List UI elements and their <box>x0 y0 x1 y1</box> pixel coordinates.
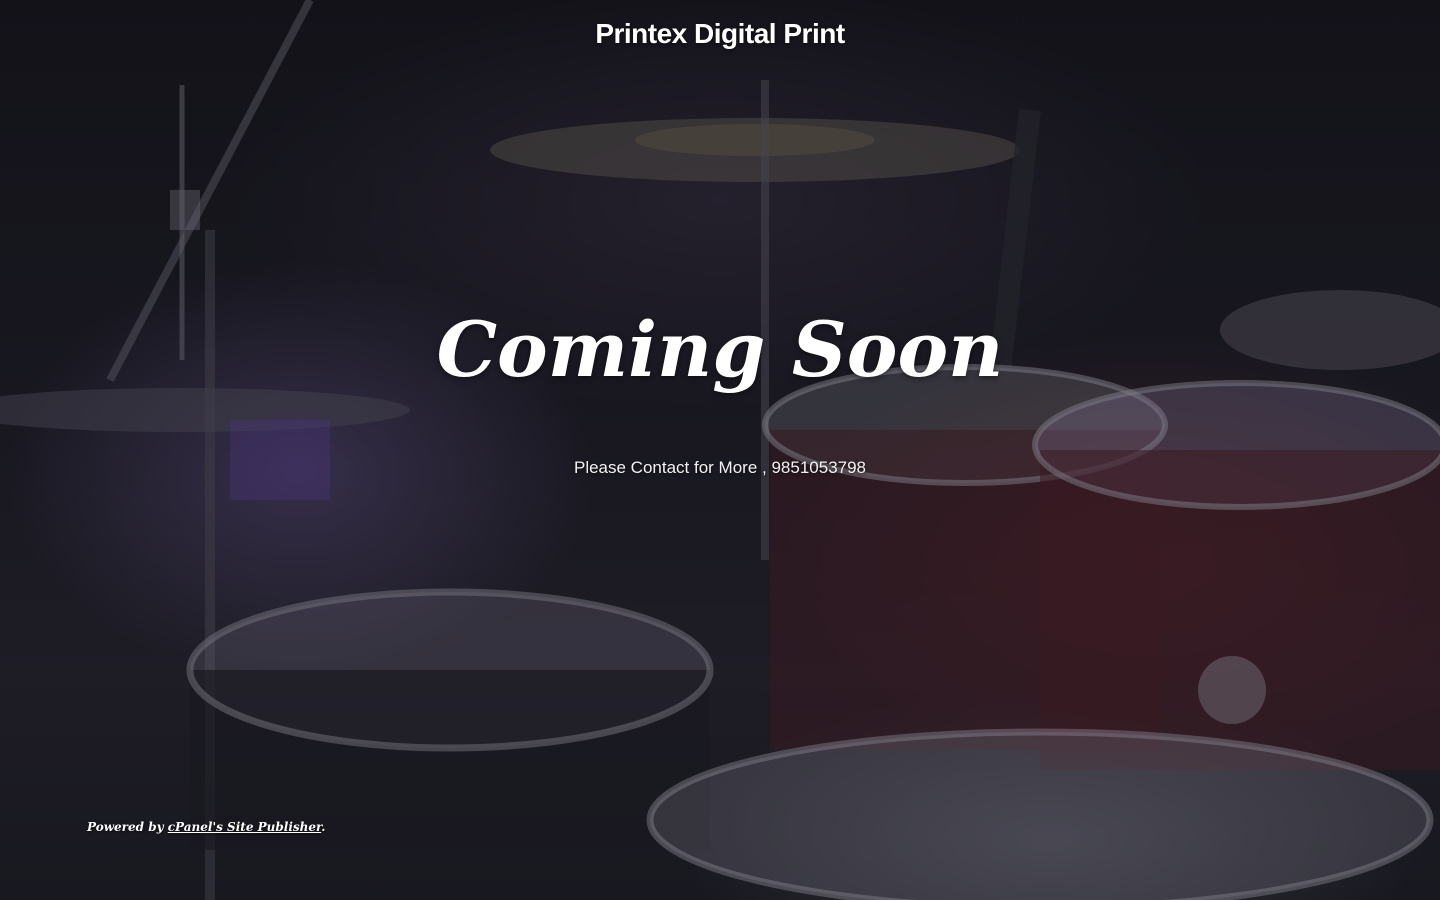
contact-text: Please Contact for More , 9851053798 <box>573 458 867 477</box>
coming-soon-page: Printex Digital Print Coming Soon Please… <box>0 0 1440 900</box>
site-title: Printex Digital Print <box>595 18 845 49</box>
footer-prefix: Powered by <box>87 820 168 834</box>
dark-overlay <box>0 0 1440 900</box>
cpanel-site-publisher-link[interactable]: cPanel's Site Publisher <box>168 820 321 834</box>
footer-suffix: . <box>321 820 326 834</box>
coming-soon-headline: Coming Soon <box>436 305 1004 394</box>
powered-by-footer: Powered by cPanel's Site Publisher. <box>87 820 325 834</box>
